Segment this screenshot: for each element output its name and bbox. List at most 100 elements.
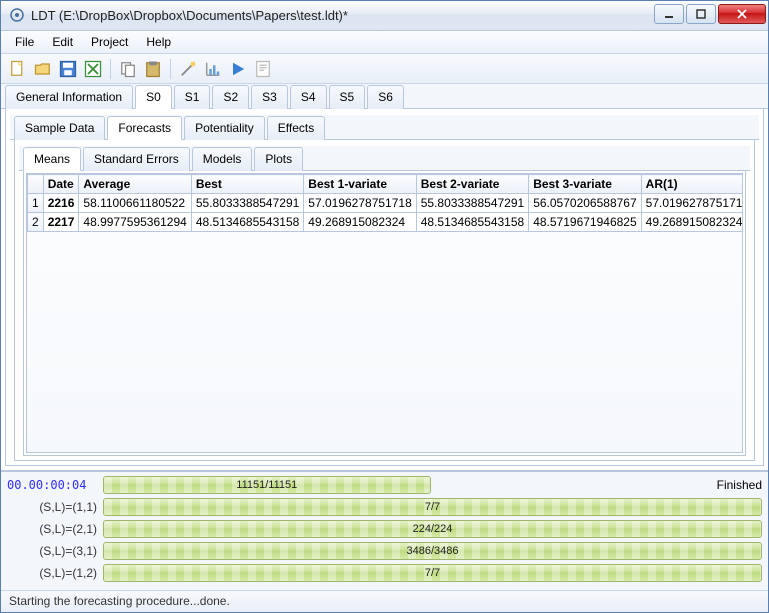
col-date[interactable]: Date [43, 175, 79, 194]
menu-project[interactable]: Project [83, 32, 136, 52]
inner-tab-models[interactable]: Models [192, 147, 253, 171]
wand-icon[interactable] [177, 58, 199, 80]
progress-main-row: 00.00:00:04 11151/11151 Finished [7, 476, 762, 494]
main-tab-pane: Sample DataForecastsPotentialityEffects … [5, 109, 764, 466]
col-average[interactable]: Average [79, 175, 191, 194]
main-tab-s2[interactable]: S2 [212, 85, 249, 109]
progress-main-status: Finished [437, 478, 763, 492]
progress-text: 7/7 [104, 565, 761, 581]
cell: 48.5719671946825 [529, 213, 641, 232]
close-button[interactable] [718, 4, 766, 24]
main-tabs: General InformationS0S1S2S3S4S5S6 [1, 84, 768, 109]
cell: 49.268915082324 [304, 213, 416, 232]
forecast-table-wrap[interactable]: DateAverageBestBest 1-variateBest 2-vari… [26, 173, 743, 453]
col-best-3-variate[interactable]: Best 3-variate [529, 175, 641, 194]
progress-bar: 7/7 [103, 498, 762, 516]
new-icon[interactable] [7, 58, 29, 80]
excel-icon[interactable] [82, 58, 104, 80]
cell: 55.8033388547291 [416, 194, 528, 213]
copy-icon[interactable] [117, 58, 139, 80]
main-tab-s0[interactable]: S0 [135, 85, 172, 109]
menu-edit[interactable]: Edit [44, 32, 81, 52]
progress-main-text: 11151/11151 [104, 477, 430, 493]
cell: 57.0196278751718 [304, 194, 416, 213]
col-best-1-variate[interactable]: Best 1-variate [304, 175, 416, 194]
progress-text: 224/224 [104, 521, 761, 537]
progress-text: 3486/3486 [104, 543, 761, 559]
sub-tab-forecasts[interactable]: Forecasts [107, 116, 182, 140]
col-best[interactable]: Best [191, 175, 303, 194]
paste-icon[interactable] [142, 58, 164, 80]
progress-bar: 7/7 [103, 564, 762, 582]
progress-row: (S,L)=(1,2) 7/7 [7, 564, 762, 582]
statusbar: Starting the forecasting procedure...don… [1, 590, 768, 612]
sub-tab-effects[interactable]: Effects [267, 116, 325, 140]
progress-row: (S,L)=(2,1) 224/224 [7, 520, 762, 538]
cell: 2 [28, 213, 44, 232]
status-text: Starting the forecasting procedure...don… [9, 594, 230, 608]
progress-label: (S,L)=(3,1) [7, 544, 97, 558]
cell: 49.268915082324 [641, 213, 743, 232]
progress-text: 7/7 [104, 499, 761, 515]
cell: 48.5134685543158 [416, 213, 528, 232]
toolbar-separator [170, 59, 171, 79]
table-row[interactable]: 1221658.110066118052255.803338854729157.… [28, 194, 744, 213]
cell: 55.8033388547291 [191, 194, 303, 213]
main-tab-general-information[interactable]: General Information [5, 85, 133, 109]
menubar: File Edit Project Help [1, 31, 768, 55]
app-icon [9, 7, 25, 23]
inner-tab-means[interactable]: Means [23, 147, 81, 171]
col-rownum[interactable] [28, 175, 44, 194]
report-icon[interactable] [252, 58, 274, 80]
cell: 58.1100661180522 [79, 194, 191, 213]
toolbar-separator [110, 59, 111, 79]
col-best-2-variate[interactable]: Best 2-variate [416, 175, 528, 194]
forecast-table: DateAverageBestBest 1-variateBest 2-vari… [27, 174, 743, 232]
sub-tab-pane: MeansStandard ErrorsModelsPlots DateAver… [14, 140, 755, 461]
progress-label: (S,L)=(2,1) [7, 522, 97, 536]
sub-tabs: Sample DataForecastsPotentialityEffects [10, 115, 759, 140]
cell: 57.0196278751718 [641, 194, 743, 213]
cell: 56.0570206588767 [529, 194, 641, 213]
table-row[interactable]: 2221748.997759536129448.513468554315849.… [28, 213, 744, 232]
progress-label: (S,L)=(1,2) [7, 566, 97, 580]
inner-tab-pane: DateAverageBestBest 1-variateBest 2-vari… [23, 171, 746, 456]
main-tab-s1[interactable]: S1 [174, 85, 211, 109]
progress-bar-main: 11151/11151 [103, 476, 431, 494]
cell: 48.9977595361294 [79, 213, 191, 232]
play-icon[interactable] [227, 58, 249, 80]
progress-bar: 3486/3486 [103, 542, 762, 560]
titlebar: LDT (E:\DropBox\Dropbox\Documents\Papers… [1, 1, 768, 31]
toolbar [1, 54, 768, 84]
main-tab-s3[interactable]: S3 [251, 85, 288, 109]
window-buttons [652, 4, 766, 26]
col-ar(1)[interactable]: AR(1) [641, 175, 743, 194]
main-tab-s5[interactable]: S5 [329, 85, 366, 109]
chart-icon[interactable] [202, 58, 224, 80]
inner-tab-plots[interactable]: Plots [254, 147, 303, 171]
menu-help[interactable]: Help [138, 32, 179, 52]
progress-row: (S,L)=(3,1) 3486/3486 [7, 542, 762, 560]
open-icon[interactable] [32, 58, 54, 80]
save-icon[interactable] [57, 58, 79, 80]
cell: 1 [28, 194, 44, 213]
menu-file[interactable]: File [7, 32, 42, 52]
progress-label: (S,L)=(1,1) [7, 500, 97, 514]
main-tab-s4[interactable]: S4 [290, 85, 327, 109]
window-title: LDT (E:\DropBox\Dropbox\Documents\Papers… [31, 8, 652, 23]
cell: 48.5134685543158 [191, 213, 303, 232]
minimize-button[interactable] [654, 4, 684, 24]
maximize-button[interactable] [686, 4, 716, 24]
progress-bar: 224/224 [103, 520, 762, 538]
progress-section: 00.00:00:04 11151/11151 Finished (S,L)=(… [1, 470, 768, 590]
app-window: LDT (E:\DropBox\Dropbox\Documents\Papers… [0, 0, 769, 613]
cell: 2217 [43, 213, 79, 232]
progress-row: (S,L)=(1,1) 7/7 [7, 498, 762, 516]
main-tab-s6[interactable]: S6 [367, 85, 404, 109]
cell: 2216 [43, 194, 79, 213]
inner-tabs: MeansStandard ErrorsModelsPlots [19, 146, 750, 171]
inner-tab-standard-errors[interactable]: Standard Errors [83, 147, 190, 171]
elapsed-timer: 00.00:00:04 [7, 478, 97, 492]
sub-tab-sample-data[interactable]: Sample Data [14, 116, 105, 140]
sub-tab-potentiality[interactable]: Potentiality [184, 116, 265, 140]
